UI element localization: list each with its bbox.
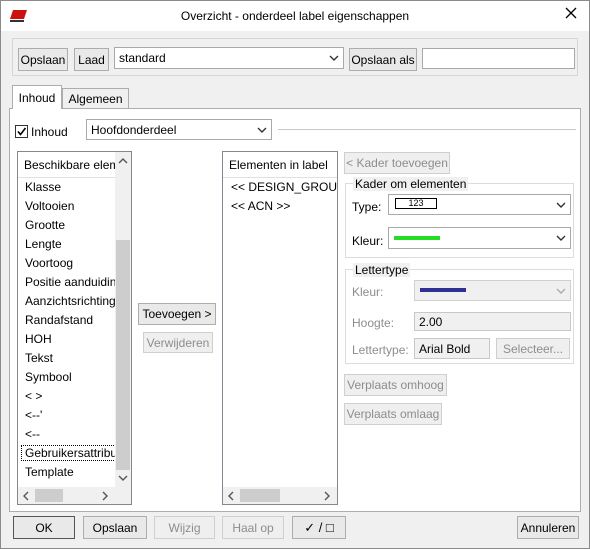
move-up-button[interactable]: Verplaats omhoog <box>344 374 447 396</box>
list-item[interactable]: Randafstand <box>25 313 115 327</box>
frame-color-label: Kleur: <box>352 234 384 248</box>
available-elements-list[interactable]: Beschikbare elem Klasse Voltooien Grootte L… <box>17 151 132 505</box>
chevron-down-icon <box>329 55 339 61</box>
frame-color-select[interactable] <box>388 227 571 249</box>
chevron-right-icon <box>102 491 108 501</box>
label-elements-header: Elementen in label <box>223 152 337 178</box>
chevron-down-icon <box>118 475 128 481</box>
vertical-scrollbar[interactable] <box>115 152 131 487</box>
font-type-value: Arial Bold <box>414 338 490 359</box>
remove-button[interactable]: Verwijderen <box>143 332 213 353</box>
list-item[interactable]: << ACN >> <box>231 199 290 213</box>
list-item[interactable]: HOH <box>25 332 115 346</box>
list-item[interactable]: Grootte <box>25 218 115 232</box>
list-item[interactable]: Voltooien <box>25 199 115 213</box>
select-font-button[interactable]: Selecteer... <box>496 338 570 359</box>
chevron-right-icon <box>324 491 330 501</box>
chevron-left-icon <box>23 491 29 501</box>
font-type-label: Lettertype: <box>352 343 409 357</box>
part-select-value: Hoofdonderdeel <box>91 122 177 137</box>
save-as-button[interactable]: Opslaan als <box>349 48 417 71</box>
vertical-scrollbar-thumb[interactable] <box>116 240 130 470</box>
preset-select[interactable]: standard <box>114 47 344 69</box>
chevron-down-icon <box>556 202 566 208</box>
available-list-header: Beschikbare elem <box>18 152 119 178</box>
list-item[interactable]: <-- <box>25 427 115 441</box>
tab-algemeen[interactable]: Algemeen <box>62 88 129 108</box>
font-height-label: Hoogte: <box>352 316 395 330</box>
chevron-down-icon <box>257 127 267 133</box>
chevron-down-icon <box>556 235 566 241</box>
list-item[interactable]: Gebruikersattribu <box>21 445 116 461</box>
frame-type-select[interactable]: 123 <box>388 194 571 215</box>
font-color-swatch <box>420 288 466 292</box>
frame-group-title: Kader om elementen <box>353 177 469 191</box>
list-item[interactable]: Tekst <box>25 351 115 365</box>
dialog-window: Overzicht - onderdeel label eigenschappe… <box>0 0 590 549</box>
tab-inhoud[interactable]: Inhoud <box>12 85 62 109</box>
load-button[interactable]: Laad <box>74 48 109 71</box>
list-item[interactable]: Lengte <box>25 237 115 251</box>
part-select[interactable]: Hoofdonderdeel <box>86 119 272 140</box>
available-list-header-label: Beschikbare elem <box>24 158 120 172</box>
frame-type-preview: 123 <box>395 198 437 209</box>
list-item[interactable]: Symbool <box>25 370 115 384</box>
horizontal-scrollbar[interactable] <box>223 487 337 504</box>
list-item[interactable]: Voortoog <box>25 256 115 270</box>
footer-save-button[interactable]: Opslaan <box>83 516 147 539</box>
separator-line <box>278 129 576 130</box>
chevron-left-icon <box>228 491 234 501</box>
save-button[interactable]: Opslaan <box>18 48 68 71</box>
title-bar[interactable]: Overzicht - onderdeel label eigenschappe… <box>1 1 589 31</box>
horizontal-scrollbar-thumb[interactable] <box>240 489 280 502</box>
label-elements-list[interactable]: Elementen in label << DESIGN_GROUP_ << A… <box>222 151 338 505</box>
list-item[interactable]: Aanzichtsrichting <box>25 294 115 308</box>
add-button[interactable]: Toevoegen > <box>138 303 216 325</box>
modify-button[interactable]: Wijzig <box>154 516 215 539</box>
get-button[interactable]: Haal op <box>222 516 284 539</box>
ok-button[interactable]: OK <box>13 516 75 539</box>
add-frame-button[interactable]: < Kader toevoegen <box>344 152 450 174</box>
preset-select-value: standard <box>119 51 166 65</box>
list-item[interactable]: Klasse <box>25 180 115 194</box>
close-icon <box>565 7 577 19</box>
inhoud-checkbox[interactable] <box>15 125 28 138</box>
window-title: Overzicht - onderdeel label eigenschappe… <box>180 9 410 23</box>
list-item[interactable]: Template <box>25 465 115 479</box>
font-color-label: Kleur: <box>352 285 384 299</box>
close-button[interactable] <box>554 2 588 24</box>
inhoud-checkbox-label: Inhoud <box>31 125 68 139</box>
font-group-title: Lettertype <box>353 263 411 277</box>
font-color-select[interactable] <box>414 280 571 301</box>
list-item[interactable]: <--' <box>25 408 115 422</box>
move-down-button[interactable]: Verplaats omlaag <box>344 403 442 425</box>
horizontal-scrollbar[interactable] <box>18 487 115 504</box>
list-item[interactable]: << DESIGN_GROUP_ <box>231 180 337 194</box>
label-elements-header-label: Elementen in label <box>229 158 328 172</box>
frame-color-swatch <box>394 236 440 240</box>
chevron-down-icon <box>556 288 566 294</box>
cancel-button[interactable]: Annuleren <box>517 516 579 539</box>
save-as-input[interactable] <box>422 48 575 69</box>
scrollbar-corner <box>115 487 131 504</box>
horizontal-scrollbar-thumb[interactable] <box>35 489 63 502</box>
toggle-check-button[interactable]: ✓ / □ <box>292 516 346 539</box>
frame-type-label: Type: <box>352 200 382 214</box>
chevron-up-icon <box>118 158 128 164</box>
font-height-input[interactable]: 2.00 <box>414 312 571 331</box>
list-item[interactable]: < > <box>25 389 115 403</box>
checkmark-icon <box>17 127 27 136</box>
list-item[interactable]: Positie aanduidin <box>25 275 115 289</box>
